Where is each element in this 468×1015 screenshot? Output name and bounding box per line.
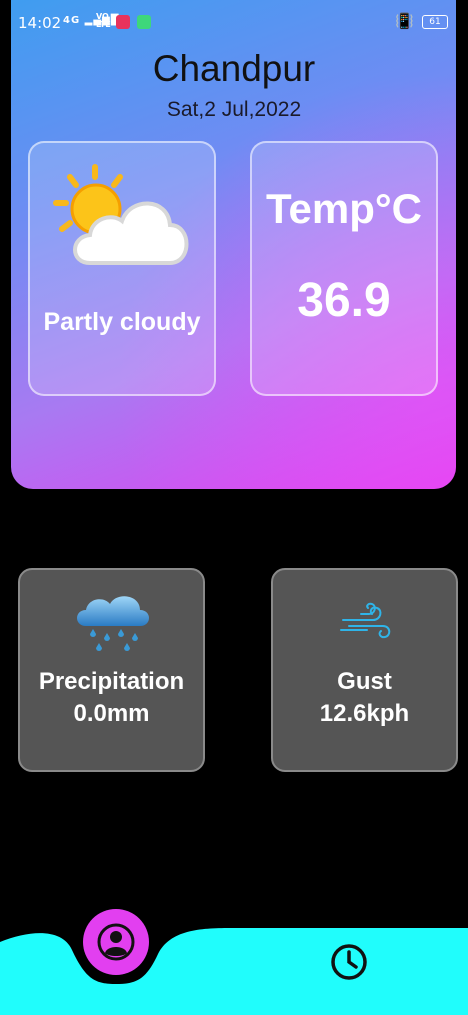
status-bar: 14:02 4G ▂▄▆█ VO LTE 📳 61 xyxy=(0,0,468,46)
current-date: Sat,2 Jul,2022 xyxy=(166,98,302,121)
clock-icon xyxy=(331,944,367,980)
notification-app-icon xyxy=(116,15,130,29)
volte-indicator: VO LTE xyxy=(96,12,111,29)
gust-label: Gust xyxy=(337,668,392,695)
network-indicator: 4G ▂▄▆█ xyxy=(63,15,120,26)
gust-value: 12.6kph xyxy=(319,700,410,727)
temperature-value: 36.9 xyxy=(297,274,391,327)
wind-icon xyxy=(340,602,391,639)
condition-card: Partly cloudy xyxy=(28,141,216,396)
temperature-card: Temp°C 36.9 xyxy=(250,141,438,396)
precipitation-value: 0.0mm xyxy=(73,700,150,727)
city-name: Chandpur xyxy=(152,48,316,89)
profile-icon xyxy=(97,923,135,961)
condition-label: Partly cloudy xyxy=(43,308,201,336)
rain-cloud-icon xyxy=(77,596,149,651)
status-time: 14:02 xyxy=(18,14,62,32)
notification-app-icon xyxy=(137,15,151,29)
history-button[interactable] xyxy=(330,943,368,981)
vibrate-icon: 📳 xyxy=(395,12,414,30)
partly-cloudy-icon xyxy=(53,164,189,265)
battery-indicator: 61 xyxy=(422,15,448,29)
precipitation-label: Precipitation xyxy=(38,668,185,695)
temperature-label: Temp°C xyxy=(265,185,423,232)
profile-button[interactable] xyxy=(83,909,149,975)
precipitation-card: Precipitation 0.0mm xyxy=(18,568,205,772)
gust-card: Gust 12.6kph xyxy=(271,568,458,772)
bottom-navigation-bar xyxy=(0,928,468,1015)
